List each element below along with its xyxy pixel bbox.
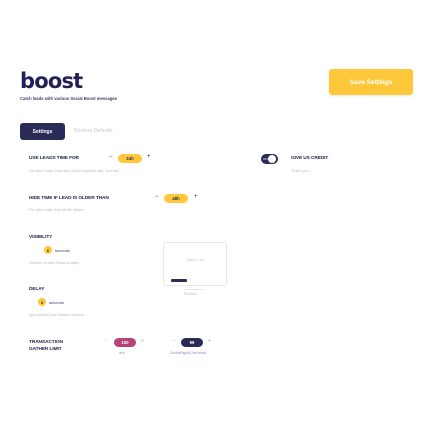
- delay-value[interactable]: 3: [38, 298, 46, 306]
- tab-settings[interactable]: Settings: [20, 123, 65, 140]
- use-leads-value: 24h: [118, 154, 142, 163]
- use-leads-decrement[interactable]: −: [109, 154, 113, 160]
- toggle-knob: [268, 155, 276, 163]
- give-credit-label: GIVE US CREDIT: [291, 156, 329, 161]
- tagline: Catch leads with various Social Boost me…: [20, 96, 118, 101]
- hide-time-decrement[interactable]: −: [155, 194, 159, 200]
- give-credit-toggle[interactable]: ON: [261, 154, 278, 164]
- delay-hint: Approximate time between Boosts: [29, 313, 84, 317]
- transaction-days-caption: DoubleRight&Cent/leads: [170, 351, 207, 355]
- restore-defaults-link[interactable]: Restore Defaults: [74, 128, 113, 134]
- hide-time-value: 48h: [164, 194, 188, 203]
- use-leads-increment[interactable]: +: [147, 154, 151, 160]
- give-credit-hint: Thank you :): [291, 169, 311, 173]
- use-leads-hint: For older leads exact time will be repla…: [29, 169, 120, 173]
- hide-time-hint: For older leads time will be hidden: [29, 208, 84, 212]
- transaction-limit-caption: limit: [119, 351, 125, 355]
- visibility-value[interactable]: 6: [44, 246, 52, 254]
- toggle-state-text: ON: [263, 157, 268, 161]
- transaction-limit-decrement[interactable]: −: [105, 338, 108, 344]
- hide-time-label: HIDE TIME IF LEAD IS OLDER THAN: [29, 196, 109, 201]
- position-preview-boost-bar: [171, 279, 187, 282]
- hide-time-increment[interactable]: +: [194, 194, 198, 200]
- transaction-days-decrement[interactable]: −: [172, 338, 175, 344]
- transaction-limit-increment[interactable]: +: [141, 338, 144, 344]
- transaction-limit-value: 100: [114, 338, 136, 347]
- delay-unit: seconds: [49, 300, 64, 305]
- visibility-unit: seconds: [55, 248, 70, 253]
- use-leads-label: USE LEADS TIME FOR: [29, 156, 79, 161]
- visibility-label: VISIBILITY: [29, 235, 53, 240]
- position-preview-caption: Position: [184, 292, 197, 296]
- save-settings-button[interactable]: Save Settings: [329, 69, 413, 95]
- transaction-label-line1: TRANSACTION: [29, 340, 63, 345]
- visibility-hint: Duration of each Boost visibility: [29, 261, 79, 265]
- delay-label: DELAY: [29, 287, 45, 292]
- position-preview-text: Bottom Left: [186, 258, 204, 262]
- monitor-stand: [184, 285, 204, 290]
- transaction-label-line2: GATHER LIMIT: [29, 347, 62, 352]
- transaction-days-value: 99: [181, 338, 203, 347]
- transaction-days-increment[interactable]: +: [208, 338, 211, 344]
- boost-logo: boost: [20, 69, 83, 93]
